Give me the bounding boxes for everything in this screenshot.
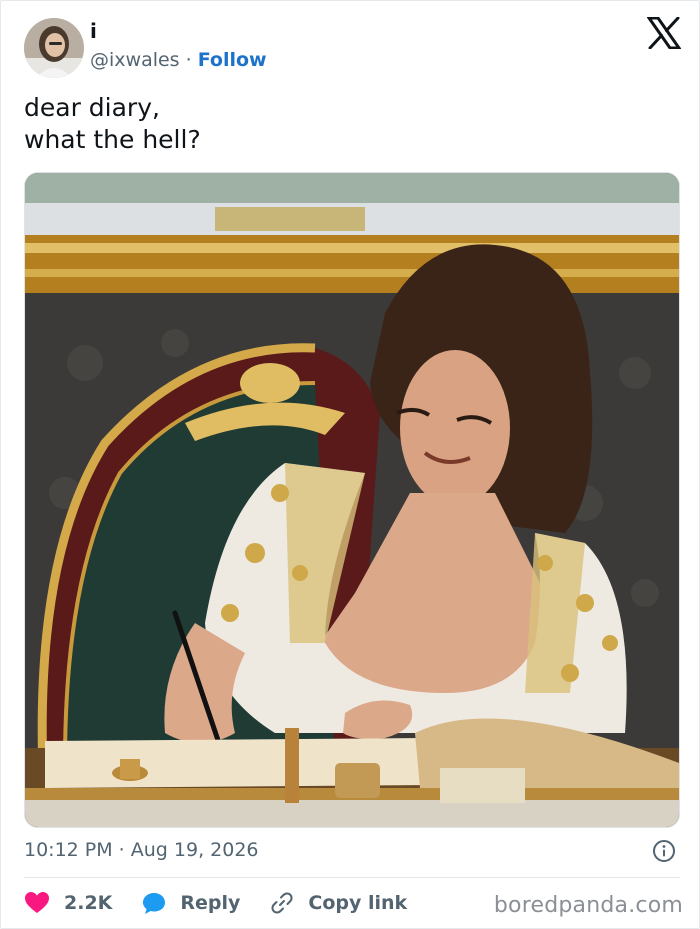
x-logo-icon[interactable] [647, 17, 681, 49]
reply-button[interactable]: Reply [142, 891, 240, 915]
like-button[interactable]: 2.2K [24, 891, 112, 915]
like-count: 2.2K [64, 892, 113, 914]
tweet-text-line-1: dear diary, [24, 93, 160, 122]
author-display-name[interactable]: i [90, 19, 97, 43]
copy-link-label: Copy link [308, 892, 408, 914]
link-icon [271, 892, 293, 914]
tweet-text-line-2: what the hell? [24, 125, 201, 154]
divider [24, 877, 680, 878]
tweet-text: dear diary, what the hell? [24, 92, 201, 156]
tweet-timestamp[interactable]: 10:12 PM · Aug 19, 2026 [24, 839, 259, 861]
follow-button[interactable]: Follow [198, 49, 267, 71]
avatar-photo-icon [24, 18, 84, 78]
handle-separator: · [179, 49, 198, 71]
reply-label: Reply [180, 892, 241, 914]
tweet-card: i @ixwales · Follow dear diary, what the… [0, 0, 700, 929]
heart-icon [25, 892, 49, 913]
author-handle[interactable]: @ixwales [90, 49, 180, 71]
boredpanda-watermark: boredpanda.com [493, 893, 683, 918]
reply-bubble-icon [143, 893, 166, 914]
author-handle-row: @ixwales · Follow [90, 49, 267, 71]
copy-link-button[interactable]: Copy link [270, 891, 407, 915]
photo-woman-signing-guestbook-icon [25, 173, 679, 827]
author-avatar[interactable] [24, 18, 84, 78]
tweet-photo[interactable] [24, 172, 680, 828]
info-icon[interactable] [652, 839, 676, 863]
tweet-actions: 2.2K Reply Copy link [24, 889, 437, 917]
